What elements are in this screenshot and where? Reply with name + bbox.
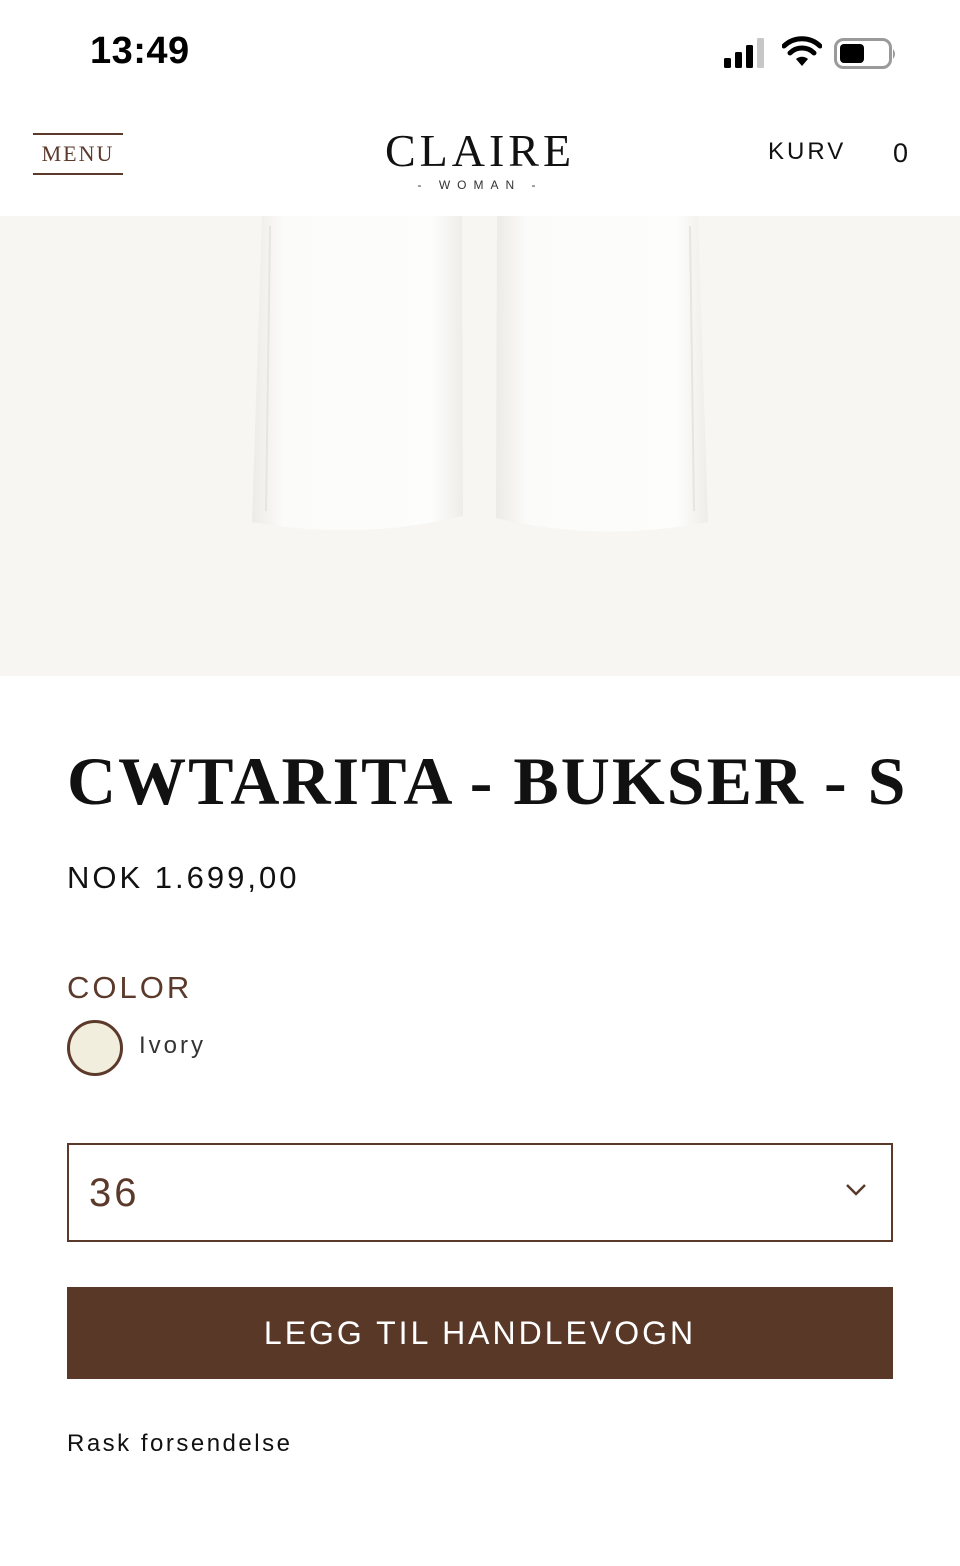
chevron-down-icon	[846, 1184, 866, 1196]
signal-icon	[724, 38, 764, 68]
size-select[interactable]: 36	[67, 1143, 893, 1242]
cart-count[interactable]: 0	[893, 138, 908, 169]
status-time: 13:49	[90, 30, 190, 72]
shipping-note: Rask forsendelse	[67, 1430, 293, 1457]
trousers-image	[252, 216, 708, 532]
color-name: Ivory	[139, 1032, 207, 1059]
logo-main: CLAIRE	[384, 125, 576, 176]
product-page: 13:49 MENU CLAIRE - WOMAN - KURV 0 CWTAR…	[0, 0, 960, 1566]
status-icons	[724, 36, 900, 72]
battery-icon	[834, 38, 895, 69]
size-value: 36	[89, 1171, 140, 1215]
brand-logo[interactable]: CLAIRE - WOMAN -	[380, 128, 580, 198]
wifi-icon	[782, 36, 822, 66]
product-title: CWTARITA - BUKSER - S	[67, 743, 908, 819]
status-bar: 13:49	[0, 0, 960, 100]
site-header: MENU CLAIRE - WOMAN - KURV 0	[0, 100, 960, 216]
cart-link[interactable]: KURV	[768, 138, 846, 166]
product-image[interactable]	[0, 216, 960, 676]
menu-button[interactable]: MENU	[33, 133, 123, 175]
logo-sub: - WOMAN -	[417, 178, 543, 192]
add-to-cart-button[interactable]: LEGG TIL HANDLEVOGN	[67, 1287, 893, 1379]
color-label: COLOR	[67, 970, 193, 1005]
product-price: NOK 1.699,00	[67, 860, 300, 895]
color-swatch-ivory[interactable]	[67, 1020, 123, 1076]
